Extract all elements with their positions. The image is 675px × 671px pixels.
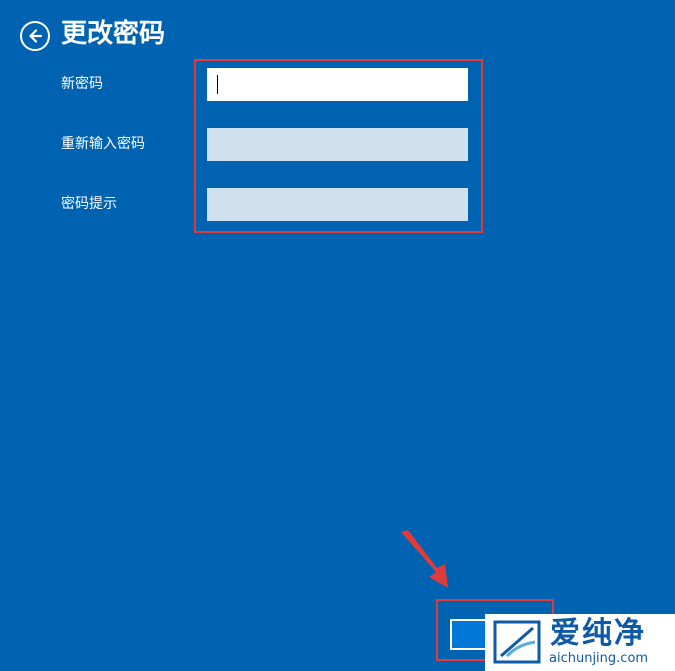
watermark-url: aichunjing.com	[549, 651, 649, 666]
new-password-label: 新密码	[61, 76, 103, 92]
watermark-brand: 爱纯净	[550, 616, 646, 651]
input-highlight-box	[194, 59, 483, 233]
brand-logo-icon	[493, 620, 541, 664]
confirm-password-label: 重新输入密码	[61, 136, 145, 152]
page-title: 更改密码	[61, 19, 166, 49]
back-button[interactable]	[20, 21, 50, 51]
back-arrow-icon	[29, 29, 43, 43]
password-hint-label: 密码提示	[61, 196, 117, 212]
watermark: 爱纯净 aichunjing.com	[485, 614, 675, 671]
annotation-arrow-icon	[401, 530, 448, 588]
